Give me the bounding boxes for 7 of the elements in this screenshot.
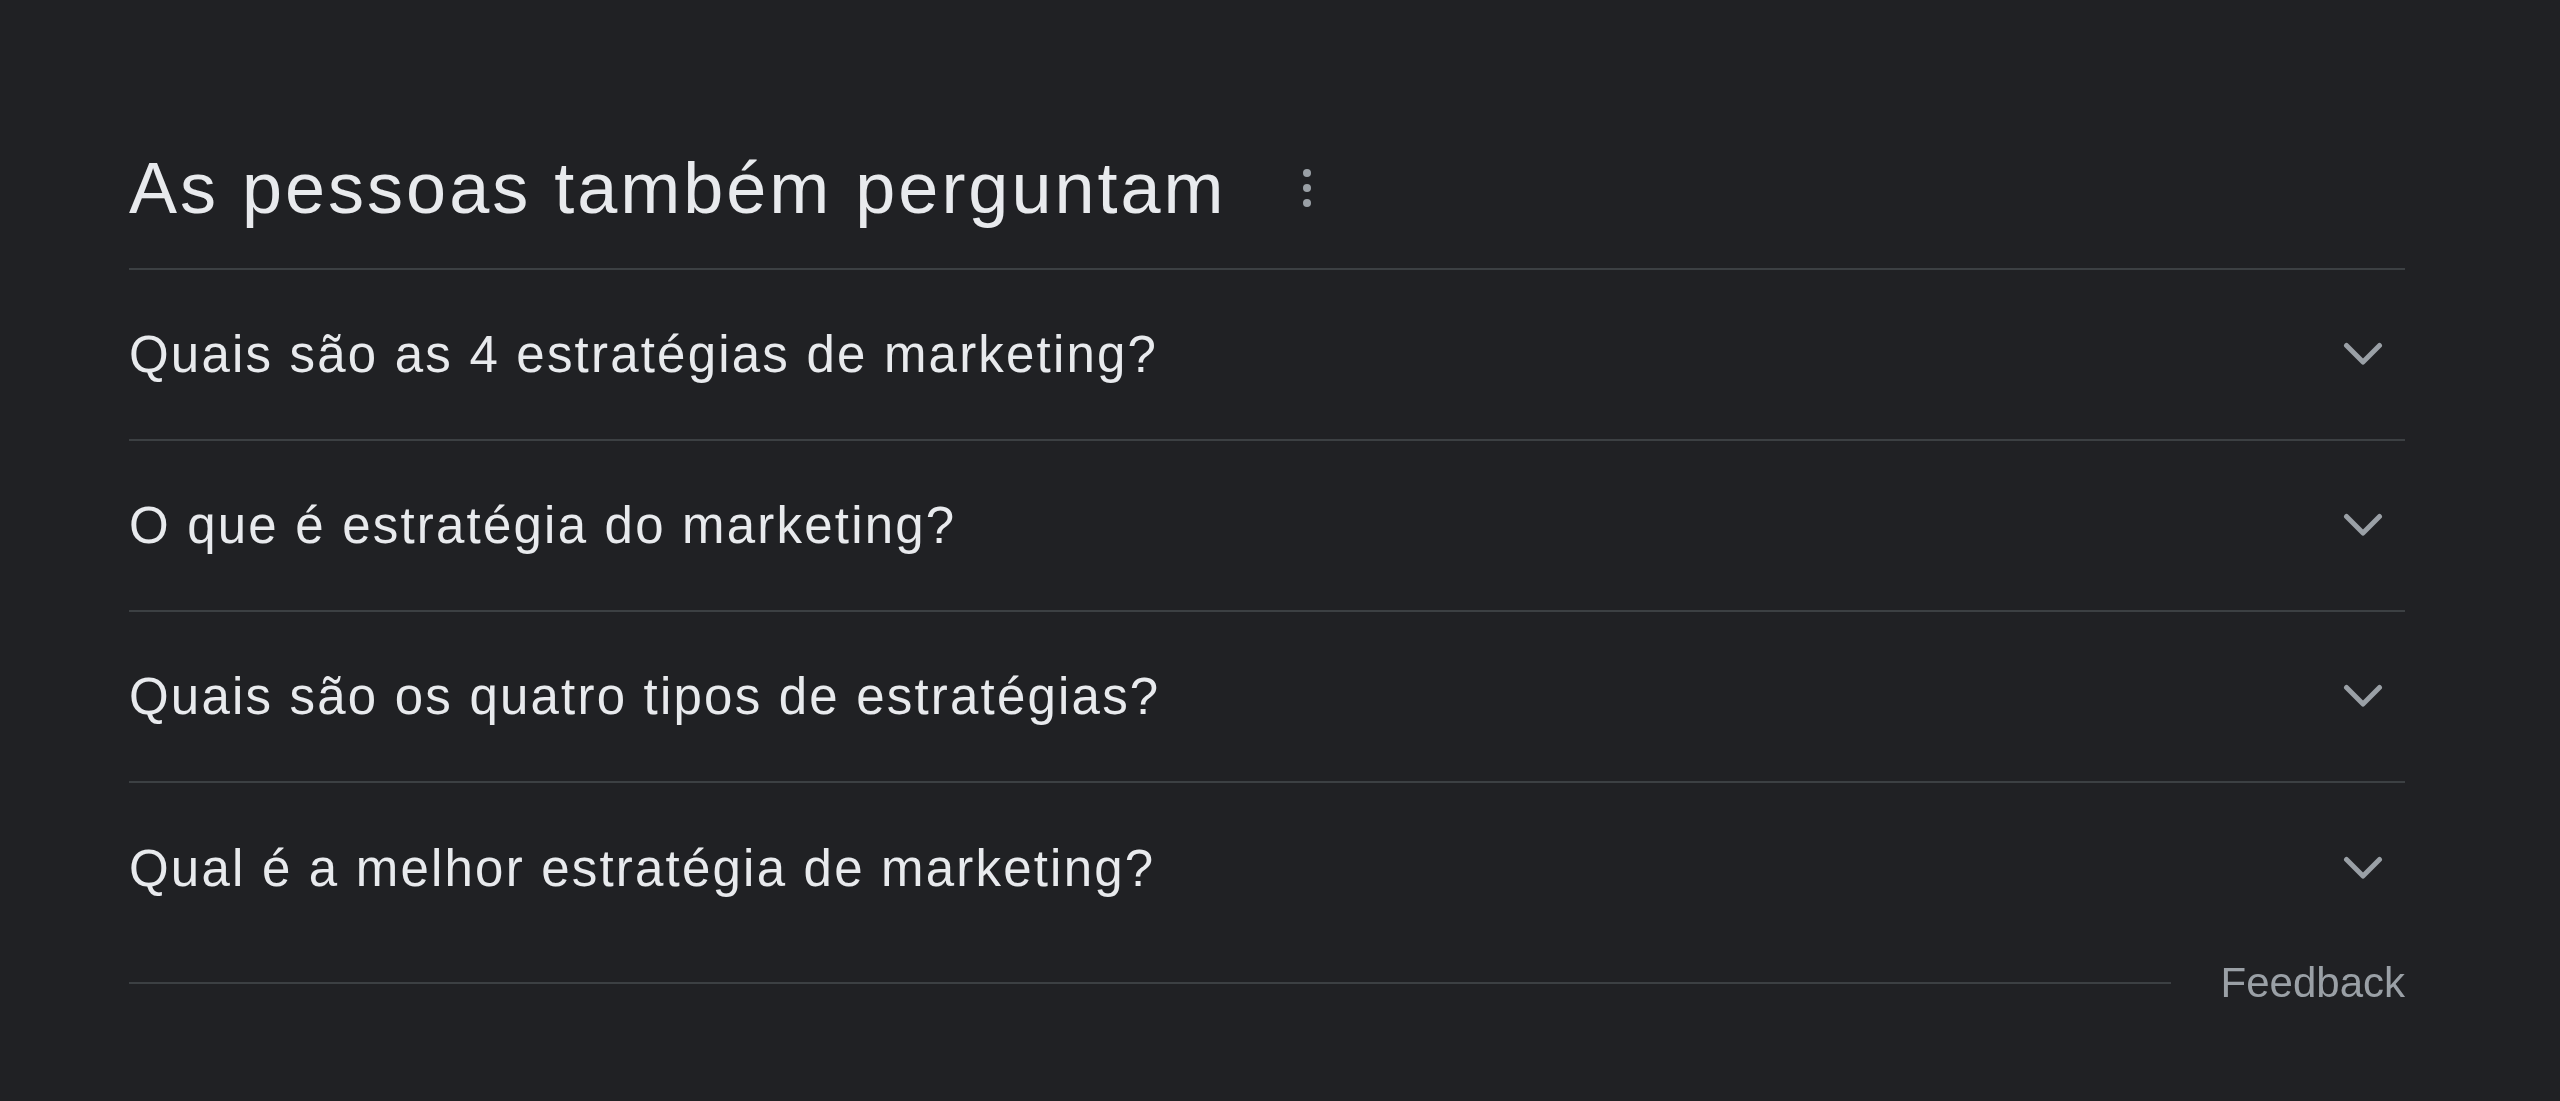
question-toggle[interactable]: Quais são os quatro tipos de estratégias?	[129, 612, 2405, 783]
more-options-icon[interactable]	[1302, 169, 1311, 207]
section-heading: As pessoas também perguntam	[129, 147, 1227, 230]
question-toggle[interactable]: O que é estratégia do marketing?	[129, 441, 2405, 612]
question-toggle[interactable]: Qual é a melhor estratégia de marketing?	[129, 783, 2405, 954]
feedback-link[interactable]: Feedback	[2220, 959, 2405, 1007]
question-toggle[interactable]: Quais são as 4 estratégias de marketing?	[129, 270, 2405, 441]
